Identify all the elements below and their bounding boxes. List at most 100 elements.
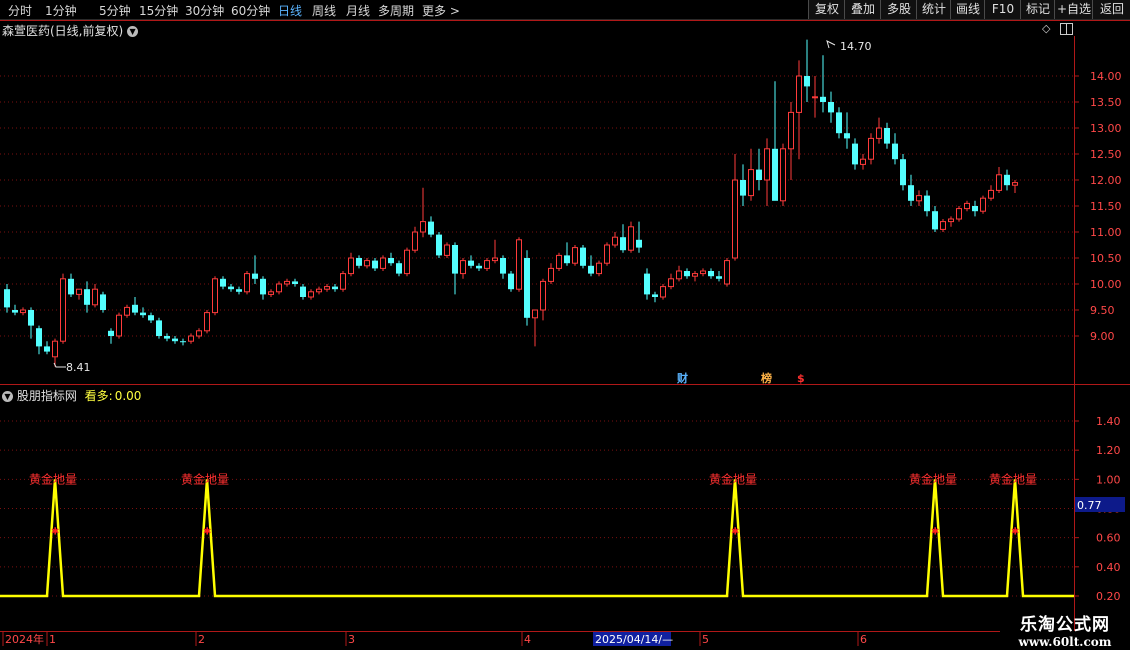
candle: [844, 112, 850, 149]
candle: [396, 260, 402, 277]
candle: [332, 284, 338, 292]
candle: [820, 55, 826, 113]
signal-star-icon: ✱: [931, 526, 939, 537]
candle: [972, 200, 978, 217]
price-tick-label: 12.50: [1090, 148, 1122, 161]
candle: [628, 221, 634, 253]
candle: [132, 297, 138, 316]
candle: [772, 81, 778, 201]
candle: [268, 289, 274, 297]
price-tick-label: 11.00: [1090, 226, 1122, 239]
candle: [780, 143, 786, 206]
candle: [252, 255, 258, 284]
candle: [260, 276, 266, 300]
timeline-label: 2: [198, 633, 205, 646]
candle: [812, 76, 818, 118]
candle: [404, 247, 410, 277]
candle: [300, 284, 306, 300]
candle: [540, 278, 546, 321]
signal-star-icon: ✱: [1011, 526, 1019, 537]
candle: [932, 206, 938, 232]
candle: [964, 200, 970, 212]
price-tick-label: 11.50: [1090, 200, 1122, 213]
candle: [500, 255, 506, 279]
candle: [708, 268, 714, 279]
candle: [292, 278, 298, 287]
price-tick-label: 13.00: [1090, 122, 1122, 135]
candle: [324, 284, 330, 292]
candle: [868, 133, 874, 165]
candle: [588, 255, 594, 277]
signal-label: 黄金地量: [29, 471, 77, 486]
candle: [508, 271, 514, 292]
candle: [468, 255, 474, 269]
timeline-label: 1: [49, 633, 56, 646]
candle: [580, 245, 586, 269]
candle: [380, 255, 386, 271]
event-marker-ranking[interactable]: 榜: [761, 371, 772, 385]
candle: [612, 232, 618, 248]
candle: [428, 216, 434, 238]
candle: [828, 91, 834, 123]
candle: [276, 281, 282, 295]
candle: [980, 195, 986, 214]
high-arrow-icon: [826, 40, 836, 49]
timeline-label: 5: [702, 633, 709, 646]
signal-star-icon: ✱: [203, 526, 211, 537]
candle: [556, 252, 562, 271]
candle: [460, 258, 466, 279]
price-tick-label: 13.50: [1090, 96, 1122, 109]
candle: [900, 154, 906, 191]
indicator-tick-label: 0.20: [1096, 590, 1121, 603]
candle: [676, 265, 682, 282]
candle: [4, 284, 10, 313]
candle: [68, 273, 74, 297]
signal-star-icon: ✱: [51, 526, 59, 537]
candle: [1004, 169, 1010, 191]
candle: [356, 255, 362, 269]
candle: [172, 336, 178, 344]
candle: [12, 304, 18, 316]
candle: [60, 273, 66, 344]
timeline-label: 3: [348, 633, 355, 646]
candle: [492, 239, 498, 264]
candle: [988, 185, 994, 201]
candle: [212, 276, 218, 316]
candle: [748, 148, 754, 201]
candle: [204, 310, 210, 334]
high-price-label: 14.70: [840, 40, 872, 53]
candle: [996, 167, 1002, 193]
candle: [412, 226, 418, 253]
candle: [636, 221, 642, 253]
chart-canvas[interactable]: 黄金地量 ✱ 黄金地量 ✱ 黄金地量 ✱ 黄金地量 ✱ 黄金地量 ✱ 14.00 13.50 13.0…: [0, 0, 1130, 650]
candle: [284, 278, 290, 287]
candle: [108, 328, 114, 344]
candle: [36, 325, 42, 355]
candle: [860, 154, 866, 170]
candle: [940, 219, 946, 232]
candle: [652, 291, 658, 303]
price-tick-label: 10.00: [1090, 278, 1122, 291]
signal-label: 黄金地量: [909, 471, 957, 486]
timeline-label: 4: [524, 633, 531, 646]
indicator-tick-label: 1.40: [1096, 415, 1121, 428]
candle: [916, 190, 922, 206]
candle: [372, 258, 378, 271]
event-marker-dividend[interactable]: $: [797, 372, 805, 385]
candle: [644, 268, 650, 300]
candle: [188, 333, 194, 344]
candle: [548, 263, 554, 284]
candle: [228, 284, 234, 292]
candle: [452, 242, 458, 295]
low-arrow-icon: [53, 362, 66, 368]
price-tick-label: 12.00: [1090, 174, 1122, 187]
event-marker-finance[interactable]: 财: [676, 371, 688, 385]
candle: [316, 286, 322, 295]
candle: [660, 284, 666, 300]
candle: [620, 224, 626, 253]
indicator-tick-label: 0.60: [1096, 532, 1121, 545]
candle: [84, 281, 90, 313]
candle: [908, 174, 914, 206]
candle: [700, 268, 706, 277]
current-value-label: 0.77: [1077, 499, 1102, 512]
